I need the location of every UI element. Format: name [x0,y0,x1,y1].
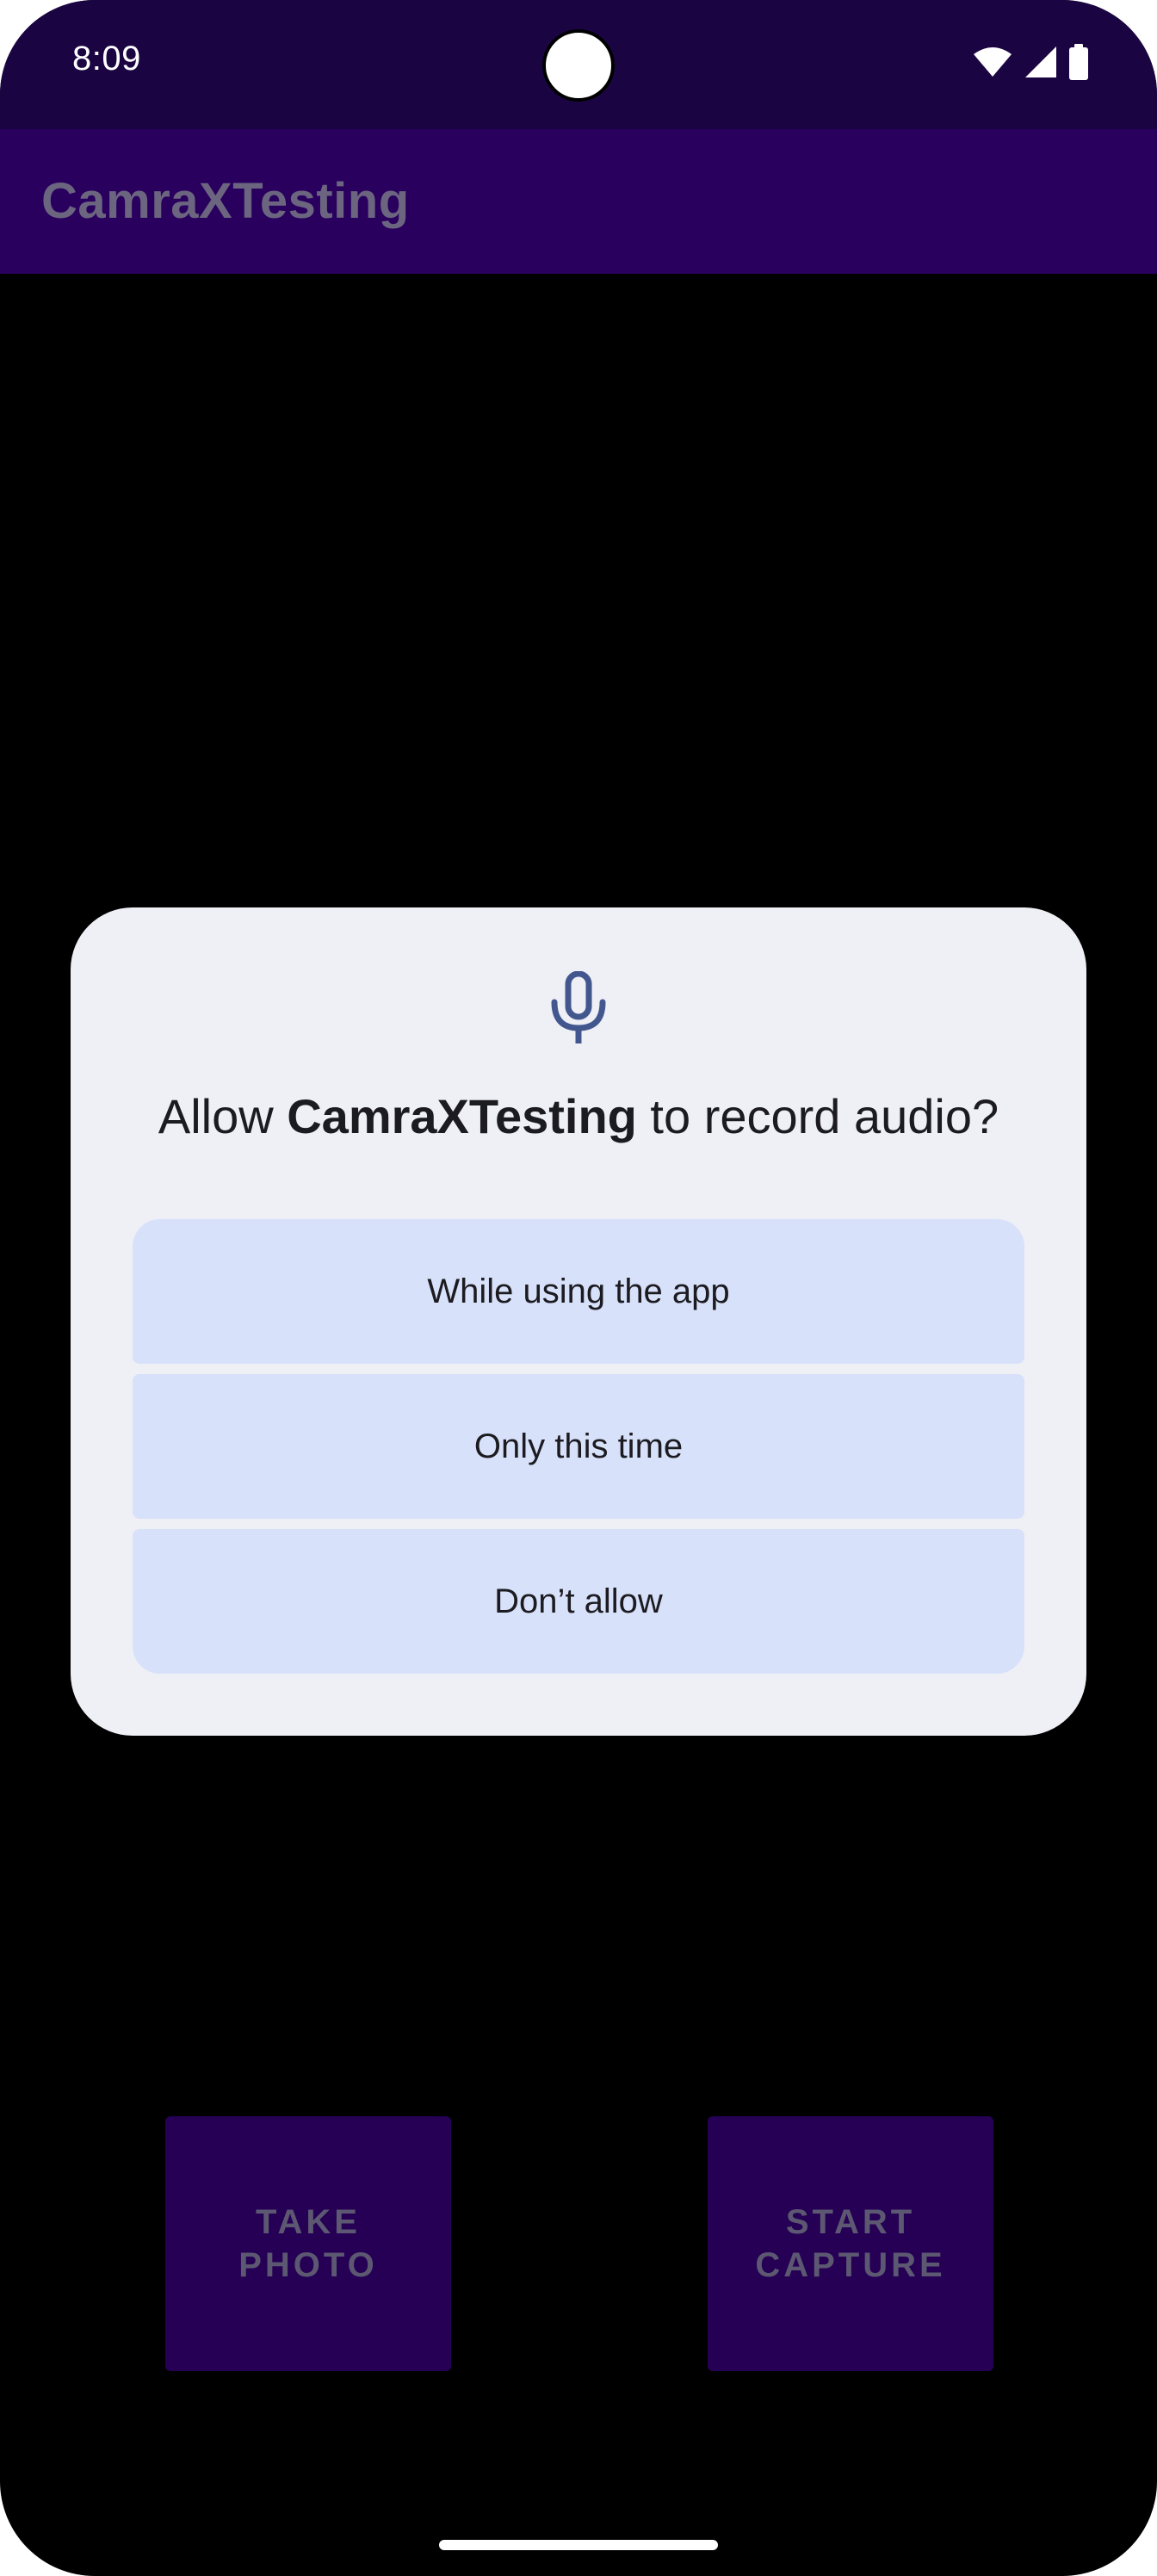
app-bar: CamraXTesting [0,129,1157,274]
while-using-app-label: While using the app [427,1272,730,1310]
wifi-icon [973,46,1012,77]
gesture-navigation-bar[interactable] [439,2540,718,2550]
status-bar: 8:09 [0,0,1157,129]
phone-screen: 8:09 CamraXTesting TAKE PHOTO START CAPT… [0,0,1157,2576]
battery-icon [1069,44,1088,80]
start-capture-button[interactable]: START CAPTURE [708,2116,993,2371]
only-this-time-label: Only this time [473,1427,684,1465]
dialog-title: Allow CamraXTesting to record audio? [71,1088,1086,1144]
start-capture-label: START CAPTURE [755,2203,946,2284]
dialog-title-prefix: Allow [158,1089,288,1143]
camera-cutout [542,29,615,102]
only-this-time-button[interactable]: Only this time [133,1374,1024,1519]
take-photo-button[interactable]: TAKE PHOTO [165,2116,451,2371]
dont-allow-label: Don’t allow [494,1582,663,1620]
status-time: 8:09 [72,40,141,77]
while-using-app-button[interactable]: While using the app [133,1219,1024,1364]
microphone-icon [547,970,610,1045]
cell-signal-icon [1024,46,1057,78]
status-icons [973,43,1088,81]
app-title: CamraXTesting [41,173,410,229]
dialog-title-suffix: to record audio? [636,1089,999,1143]
dialog-title-app-name: CamraXTesting [287,1089,637,1143]
permission-dialog: Allow CamraXTesting to record audio? Whi… [71,907,1086,1736]
take-photo-label: TAKE PHOTO [238,2203,378,2284]
dont-allow-button[interactable]: Don’t allow [133,1529,1024,1674]
